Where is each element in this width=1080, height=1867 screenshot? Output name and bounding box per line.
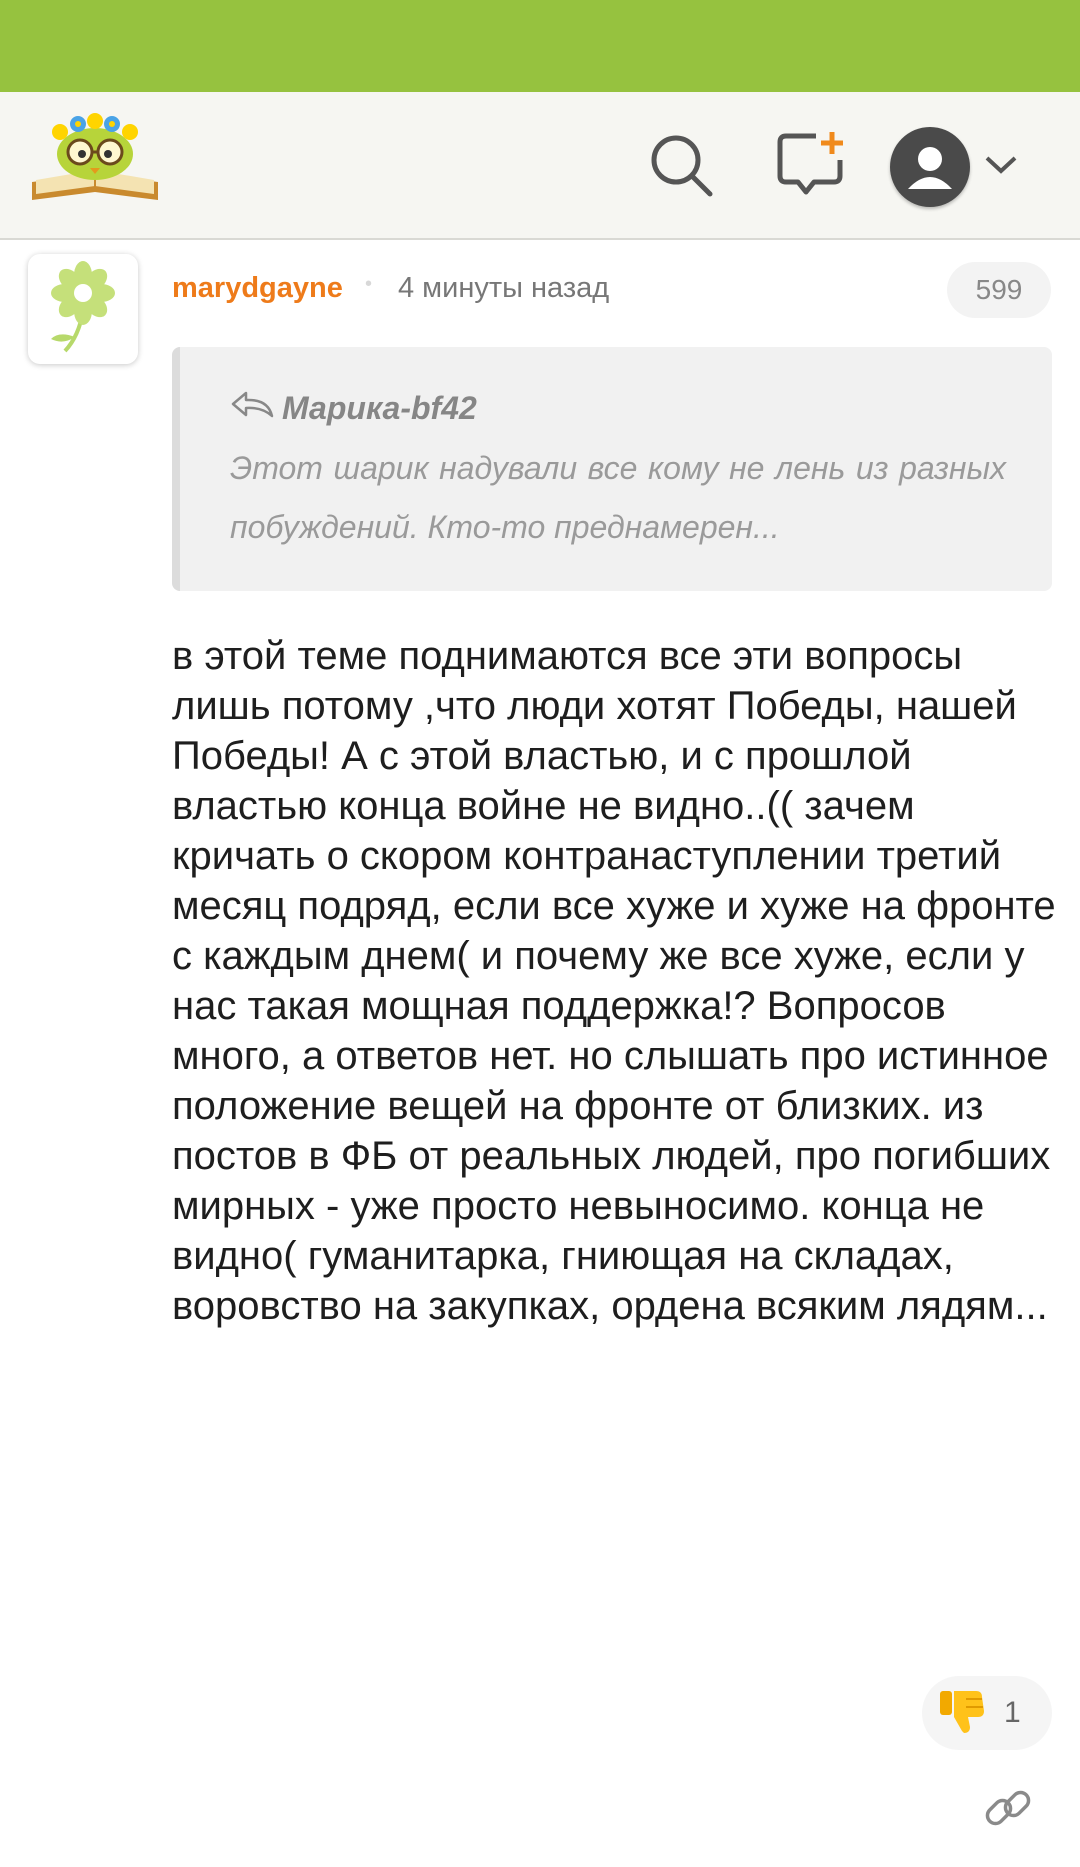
chevron-down-icon	[984, 155, 1018, 180]
quote-text: Этот шарик надували все кому не лень из …	[230, 450, 1006, 545]
copy-link-button[interactable]	[980, 1780, 1036, 1836]
user-avatar-icon	[890, 127, 970, 207]
app-header	[0, 92, 1080, 240]
quoted-comment[interactable]: Марика-bf42 Этот шарик надували все кому…	[172, 347, 1052, 591]
new-message-plus-icon	[776, 130, 846, 205]
link-icon	[980, 1790, 1036, 1840]
reply-arrow-icon	[230, 389, 274, 427]
dislike-button[interactable]: 1	[922, 1676, 1052, 1750]
quote-author-name: Марика-bf42	[282, 389, 477, 426]
search-icon	[646, 130, 716, 205]
profile-menu-button[interactable]	[890, 122, 1040, 212]
comment-body: в этой теме поднимаются все эти вопросы …	[172, 634, 1056, 1328]
comment-author[interactable]: marydgayne	[172, 272, 343, 305]
separator-dot: •	[365, 273, 373, 295]
new-post-button[interactable]	[766, 122, 856, 212]
dislike-count: 1	[1004, 1696, 1021, 1729]
user-rating-badge: 599	[947, 262, 1051, 318]
reading-owl-logo-icon[interactable]	[30, 112, 160, 212]
status-bar	[0, 0, 1080, 92]
thumbs-down-icon	[936, 1685, 988, 1742]
comment-timestamp[interactable]: 4 минуты назад	[398, 272, 609, 305]
search-button[interactable]	[636, 122, 726, 212]
flower-avatar-icon[interactable]	[28, 254, 138, 364]
